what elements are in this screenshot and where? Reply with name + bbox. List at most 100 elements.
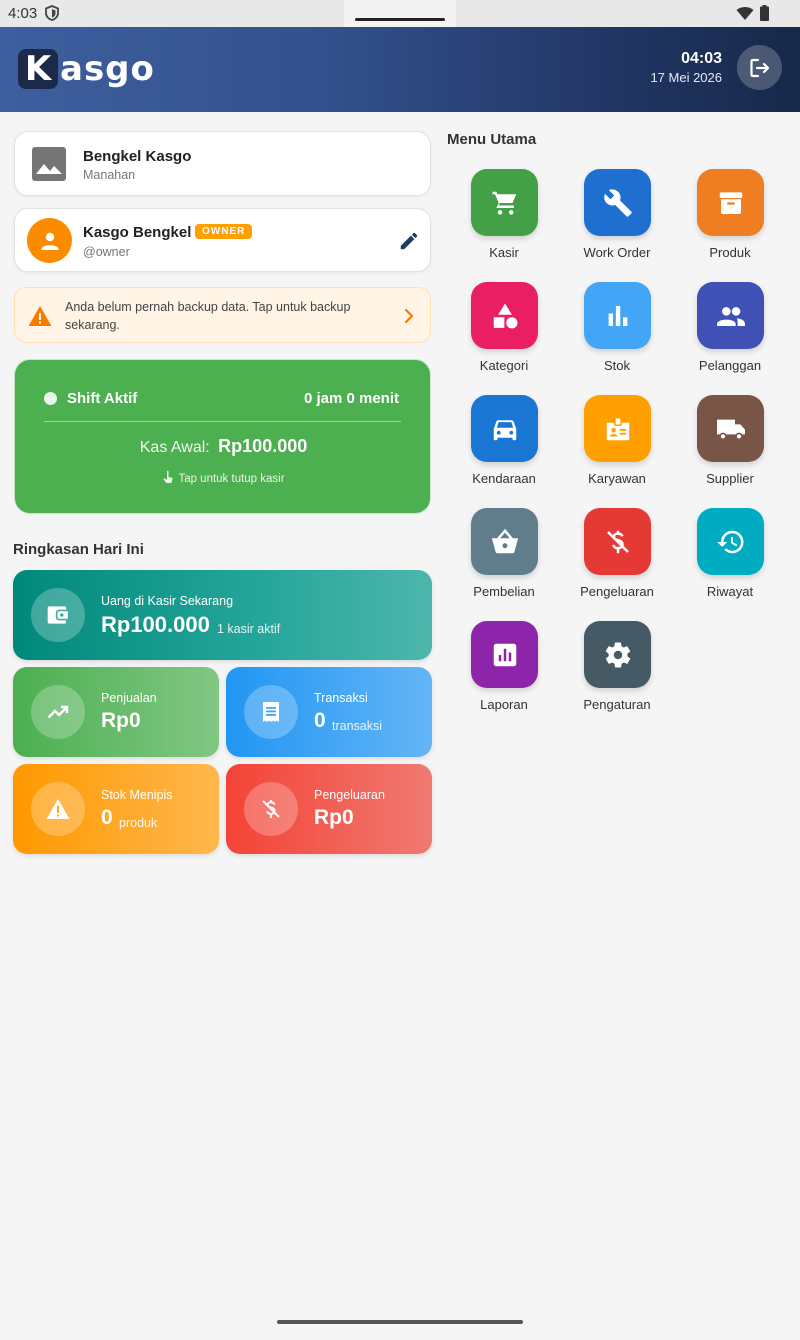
menu-item-pembelian[interactable]: Pembelian: [449, 508, 559, 608]
menu-label: Kategori: [479, 358, 529, 373]
shift-card[interactable]: Shift Aktif 0 jam 0 menit Kas Awal: Rp10…: [14, 359, 431, 514]
status-bar: 4:03: [0, 0, 800, 27]
shop-card[interactable]: Bengkel Kasgo Manahan: [14, 131, 431, 196]
status-time: 4:03: [8, 5, 38, 22]
menu-label: Kendaraan: [472, 471, 536, 486]
trending-icon-circle: [31, 685, 85, 739]
menu-item-produk[interactable]: Produk: [675, 169, 785, 269]
sales-label: Penjualan: [101, 691, 157, 705]
gesture-bar[interactable]: [277, 1320, 523, 1324]
close-register-hint-text: Tap untuk tutup kasir: [178, 473, 285, 485]
low-stock-tile[interactable]: Stok Menipis 0 produk: [13, 764, 219, 854]
receipt-icon: [263, 702, 279, 722]
cash-label: Uang di Kasir Sekarang: [101, 594, 234, 608]
expenses-tile[interactable]: Pengeluaran Rp0: [226, 764, 432, 854]
menu-item-pelanggan[interactable]: Pelanggan: [675, 282, 785, 382]
transactions-sub: transaksi: [332, 719, 383, 733]
menu-label: Pelanggan: [698, 358, 762, 373]
receipt-icon-circle: [244, 685, 298, 739]
menu-title: Menu Utama: [447, 131, 537, 148]
menu-icon-bg: [584, 395, 651, 462]
money-off-icon-circle: [244, 782, 298, 836]
menu-item-pengeluaran[interactable]: Pengeluaran: [562, 508, 672, 608]
menu-icon-bg: [584, 169, 651, 236]
person-icon: [41, 232, 58, 250]
image-icon: [32, 147, 66, 181]
menu-label: Stok: [603, 358, 630, 373]
menu-item-stok[interactable]: Stok: [562, 282, 672, 382]
menu-icon-bg: [471, 621, 538, 688]
transactions-label: Transaksi: [314, 691, 368, 705]
warning-icon: [46, 799, 70, 819]
menu-item-laporan[interactable]: Laporan: [449, 621, 559, 721]
menu-icon-bg: [697, 282, 764, 349]
close-register-hint: Tap untuk tutup kasir: [15, 470, 432, 485]
menu-label: Riwayat: [706, 584, 754, 599]
menu-icon-bg: [471, 169, 538, 236]
shield-icon: [45, 5, 59, 21]
category-icon: [493, 303, 517, 328]
menu-item-pengaturan[interactable]: Pengaturan: [562, 621, 672, 721]
menu-label: Pengaturan: [583, 697, 651, 712]
expenses-label: Pengeluaran: [314, 788, 385, 802]
badge-icon: [606, 416, 629, 440]
menu-item-kendaraan[interactable]: Kendaraan: [449, 395, 559, 495]
menu-icon-bg: [584, 621, 651, 688]
report-icon: [493, 643, 516, 666]
history-icon: [716, 530, 743, 553]
menu-item-karyawan[interactable]: Karyawan: [562, 395, 672, 495]
transactions-tile[interactable]: Transaksi 0 transaksi: [226, 667, 432, 757]
wallet-icon-circle: [31, 588, 85, 642]
opening-cash: Kas Awal: Rp100.000: [15, 436, 432, 457]
shop-name: Bengkel Kasgo: [83, 148, 192, 165]
car-icon: [493, 419, 516, 440]
edit-icon[interactable]: [398, 230, 420, 252]
cash-value: Rp100.000: [101, 612, 210, 637]
transactions-value: 0: [314, 709, 326, 732]
logo-wordmark: asgo: [60, 49, 155, 89]
menu-label: Laporan: [480, 697, 528, 712]
menu-icon-bg: [471, 508, 538, 575]
user-card: Kasgo Bengkel OWNER @owner: [14, 208, 431, 272]
wrench-icon: [603, 188, 632, 217]
menu-icon-bg: [697, 395, 764, 462]
archive-icon: [719, 191, 742, 214]
menu-item-supplier[interactable]: Supplier: [675, 395, 785, 495]
cart-icon: [492, 191, 516, 215]
backup-banner[interactable]: Anda belum pernah backup data. Tap untuk…: [14, 287, 431, 343]
menu-item-riwayat[interactable]: Riwayat: [675, 508, 785, 608]
wifi-icon: [736, 7, 754, 20]
sales-value: Rp0: [101, 709, 141, 732]
menu-label: Work Order: [583, 245, 651, 260]
money-off-icon: [262, 800, 280, 818]
logout-button[interactable]: [737, 45, 782, 90]
header-date: 17 Mei 2026: [650, 70, 722, 85]
sales-tile[interactable]: Penjualan Rp0: [13, 667, 219, 757]
battery-icon: [760, 5, 769, 21]
menu-item-kasir[interactable]: Kasir: [449, 169, 559, 269]
menu-item-work-order[interactable]: Work Order: [562, 169, 672, 269]
cash-in-register-tile[interactable]: Uang di Kasir Sekarang Rp100.000 1 kasir…: [13, 570, 432, 660]
logout-icon: [749, 58, 769, 77]
truck-icon: [716, 419, 745, 440]
shift-status-dot: [44, 392, 57, 405]
low-stock-sub: produk: [119, 816, 158, 830]
user-handle: @owner: [83, 245, 130, 259]
low-stock-value: 0: [101, 806, 113, 829]
menu-label: Pembelian: [473, 584, 535, 599]
menu-label: Pengeluaran: [580, 584, 654, 599]
shop-location: Manahan: [83, 168, 136, 182]
menu-label: Karyawan: [588, 471, 646, 486]
menu-icon-bg: [471, 395, 538, 462]
header-time: 04:03: [681, 50, 722, 67]
menu-label: Supplier: [706, 471, 754, 486]
camera-notch: [344, 0, 456, 27]
menu-label: Produk: [709, 245, 751, 260]
people-icon: [716, 306, 745, 326]
avatar: [27, 218, 72, 263]
menu-item-kategori[interactable]: Kategori: [449, 282, 559, 382]
gear-icon: [605, 642, 630, 667]
menu-label: Kasir: [489, 245, 519, 260]
basket-icon: [491, 528, 518, 553]
wallet-icon: [47, 606, 68, 624]
